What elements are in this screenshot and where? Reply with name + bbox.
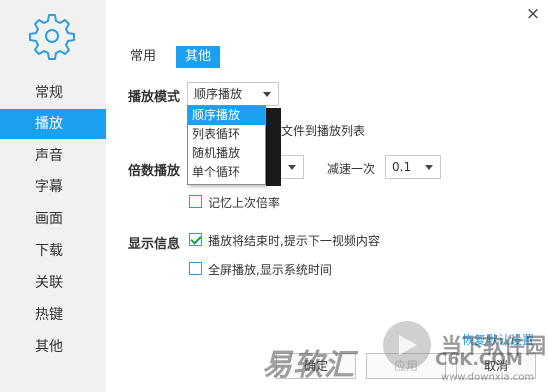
chevron-down-icon bbox=[288, 165, 296, 170]
dropdown-shadow bbox=[266, 108, 281, 186]
sidebar-item-subtitle[interactable]: 字幕 bbox=[0, 172, 106, 202]
dropdown-option[interactable]: 列表循环 bbox=[188, 125, 265, 144]
play-mode-dropdown: 顺序播放 列表循环 随机播放 单个循环 bbox=[187, 105, 266, 185]
play-mode-select[interactable]: 顺序播放 bbox=[187, 82, 279, 106]
sidebar-item-general[interactable]: 常规 bbox=[0, 78, 106, 108]
dropdown-option[interactable]: 顺序播放 bbox=[188, 106, 265, 125]
sidebar-item-sound[interactable]: 声音 bbox=[0, 141, 106, 171]
site-logo-icon bbox=[383, 321, 431, 369]
near-end-checkbox[interactable] bbox=[189, 233, 202, 246]
fullscreen-time-label: 全屏播放,显示系统时间 bbox=[208, 263, 332, 277]
dropdown-option[interactable]: 单个循环 bbox=[188, 163, 265, 182]
sidebar-item-download[interactable]: 下载 bbox=[0, 236, 106, 266]
near-end-label: 播放将结束时,提示下一视频内容 bbox=[208, 234, 380, 248]
add-files-text: 文件到播放列表 bbox=[281, 124, 366, 138]
decrease-value: 0.1 bbox=[392, 160, 412, 174]
decrease-select[interactable]: 0.1 bbox=[385, 155, 441, 179]
display-info-label: 显示信息 bbox=[128, 237, 181, 252]
sidebar-item-playback[interactable]: 播放 bbox=[0, 109, 106, 139]
dropdown-option[interactable]: 随机播放 bbox=[188, 144, 265, 163]
chevron-down-icon bbox=[425, 165, 433, 170]
settings-sidebar: 常规 播放 声音 字幕 画面 下载 关联 热键 其他 bbox=[0, 0, 106, 392]
remember-rate-checkbox[interactable] bbox=[189, 195, 202, 208]
gear-icon bbox=[29, 14, 75, 60]
play-mode-value: 顺序播放 bbox=[194, 87, 243, 101]
fullscreen-time-checkbox[interactable] bbox=[189, 262, 202, 275]
chevron-down-icon bbox=[263, 92, 271, 97]
decrease-label: 减速一次 bbox=[327, 162, 376, 176]
sidebar-item-picture[interactable]: 画面 bbox=[0, 204, 106, 234]
sidebar-item-hotkeys[interactable]: 热键 bbox=[0, 300, 106, 330]
tab-other[interactable]: 其他 bbox=[176, 46, 220, 68]
close-button[interactable]: × bbox=[523, 4, 543, 24]
watermark-brand: 易软汇 bbox=[262, 348, 355, 383]
sidebar-item-other[interactable]: 其他 bbox=[0, 332, 106, 362]
speed-label: 倍数播放 bbox=[128, 164, 181, 179]
remember-rate-label: 记忆上次倍率 bbox=[208, 196, 281, 210]
sidebar-item-association[interactable]: 关联 bbox=[0, 268, 106, 298]
watermark-url: www.downxia.com bbox=[441, 372, 535, 383]
play-mode-label: 播放模式 bbox=[128, 90, 181, 105]
tab-common[interactable]: 常用 bbox=[130, 46, 156, 68]
watermark-short: C6K.COM bbox=[435, 350, 523, 370]
